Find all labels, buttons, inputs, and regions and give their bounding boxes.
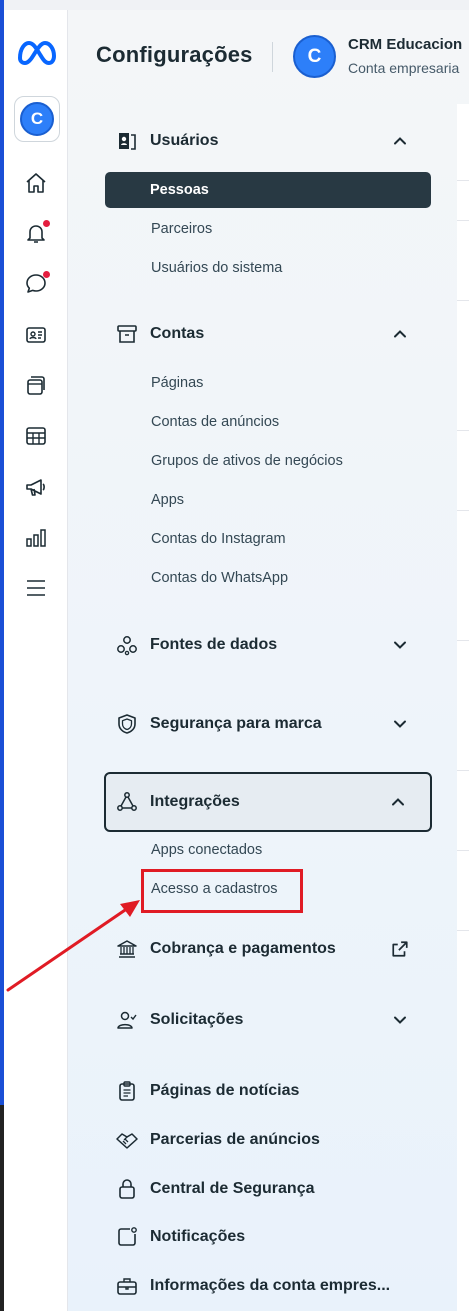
rail-top-strip xyxy=(4,0,68,10)
section-parcerias[interactable]: Parcerias de anúncios xyxy=(104,1118,432,1162)
page-title: Configurações xyxy=(96,42,253,67)
section-label: Usuários xyxy=(150,132,219,149)
home-icon[interactable] xyxy=(23,170,49,196)
chevron-down-icon xyxy=(390,635,410,655)
section-central-seguranca[interactable]: Central de Segurança xyxy=(104,1167,432,1211)
section-label: Notificações xyxy=(150,1228,246,1245)
nav-item-paginas[interactable]: Páginas xyxy=(151,375,203,391)
clipboard-icon xyxy=(114,1078,140,1104)
notifications-icon[interactable] xyxy=(23,220,50,246)
nav-item-apps[interactable]: Apps xyxy=(151,492,184,508)
header-divider xyxy=(272,42,273,72)
chevron-up-icon xyxy=(390,131,410,151)
icon-rail: C xyxy=(4,0,68,1311)
person-check-icon xyxy=(114,1007,140,1033)
nav-item-grupos-ativos[interactable]: Grupos de ativos de negócios xyxy=(151,453,343,469)
external-link-icon xyxy=(390,939,410,959)
lock-icon xyxy=(114,1176,140,1202)
annotation-highlight-box xyxy=(141,869,303,913)
section-label: Integrações xyxy=(150,793,240,810)
integrations-icon xyxy=(114,789,140,815)
section-fontes-dados[interactable]: Fontes de dados xyxy=(104,623,432,667)
rail-avatar: C xyxy=(20,102,54,136)
section-informacoes[interactable]: Informações da conta empres... xyxy=(104,1264,432,1308)
meta-logo-icon[interactable] xyxy=(16,38,58,68)
nav-item-contas-anuncios[interactable]: Contas de anúncios xyxy=(151,414,279,430)
account-type: Conta empresaria xyxy=(348,60,460,76)
chevron-up-icon xyxy=(390,324,410,344)
nav-item-usuarios-sistema[interactable]: Usuários do sistema xyxy=(151,260,282,276)
chevron-up-icon xyxy=(388,792,408,812)
megaphone-icon[interactable] xyxy=(23,474,49,500)
section-solicitacoes[interactable]: Solicitações xyxy=(104,998,432,1042)
annotation-arrow-icon xyxy=(6,900,140,992)
nav-item-contas-instagram[interactable]: Contas do Instagram xyxy=(151,531,286,547)
section-label: Contas xyxy=(150,325,205,342)
section-paginas-noticias[interactable]: Páginas de notícias xyxy=(104,1069,432,1113)
section-seguranca-marca[interactable]: Segurança para marca xyxy=(104,702,432,746)
content-icon[interactable] xyxy=(23,372,49,398)
section-label: Informações da conta empres... xyxy=(150,1277,391,1294)
chevron-down-icon xyxy=(390,714,410,734)
notification-dot xyxy=(43,220,50,227)
panel-top-strip xyxy=(68,0,469,10)
nav-item-parceiros[interactable]: Parceiros xyxy=(151,221,212,237)
section-usuarios[interactable]: Usuários xyxy=(104,119,432,163)
table-icon[interactable] xyxy=(23,423,49,449)
section-contas[interactable]: Contas xyxy=(104,312,432,356)
message-dot xyxy=(43,271,50,278)
account-avatar[interactable]: C xyxy=(293,35,336,78)
data-sources-icon xyxy=(114,632,140,658)
section-label: Cobrança e pagamentos xyxy=(150,940,336,957)
users-badge-icon xyxy=(114,128,140,154)
shield-icon xyxy=(114,711,140,737)
business-switcher[interactable]: C xyxy=(14,96,60,142)
handshake-icon xyxy=(114,1127,140,1153)
section-label: Solicitações xyxy=(150,1011,244,1028)
section-label: Segurança para marca xyxy=(150,715,322,732)
archive-icon xyxy=(114,321,140,347)
nav-item-pessoas[interactable]: Pessoas xyxy=(105,172,431,208)
chevron-down-icon xyxy=(390,1010,410,1030)
contacts-icon[interactable] xyxy=(23,322,49,348)
account-name[interactable]: CRM Educacion xyxy=(348,36,462,53)
section-integracoes[interactable]: Integrações xyxy=(104,772,432,832)
nav-item-apps-conectados[interactable]: Apps conectados xyxy=(151,842,262,858)
chat-icon[interactable] xyxy=(23,271,50,297)
notification-square-icon xyxy=(114,1224,140,1250)
section-label: Páginas de notícias xyxy=(150,1082,300,1099)
insights-icon[interactable] xyxy=(23,525,49,551)
content-area-edge xyxy=(457,104,469,1311)
section-notificacoes[interactable]: Notificações xyxy=(104,1215,432,1259)
menu-icon[interactable] xyxy=(23,575,49,601)
section-label: Fontes de dados xyxy=(150,636,278,653)
nav-item-contas-whatsapp[interactable]: Contas do WhatsApp xyxy=(151,570,288,586)
briefcase-icon xyxy=(114,1273,140,1299)
section-label: Central de Segurança xyxy=(150,1180,315,1197)
section-label: Parcerias de anúncios xyxy=(150,1131,320,1148)
